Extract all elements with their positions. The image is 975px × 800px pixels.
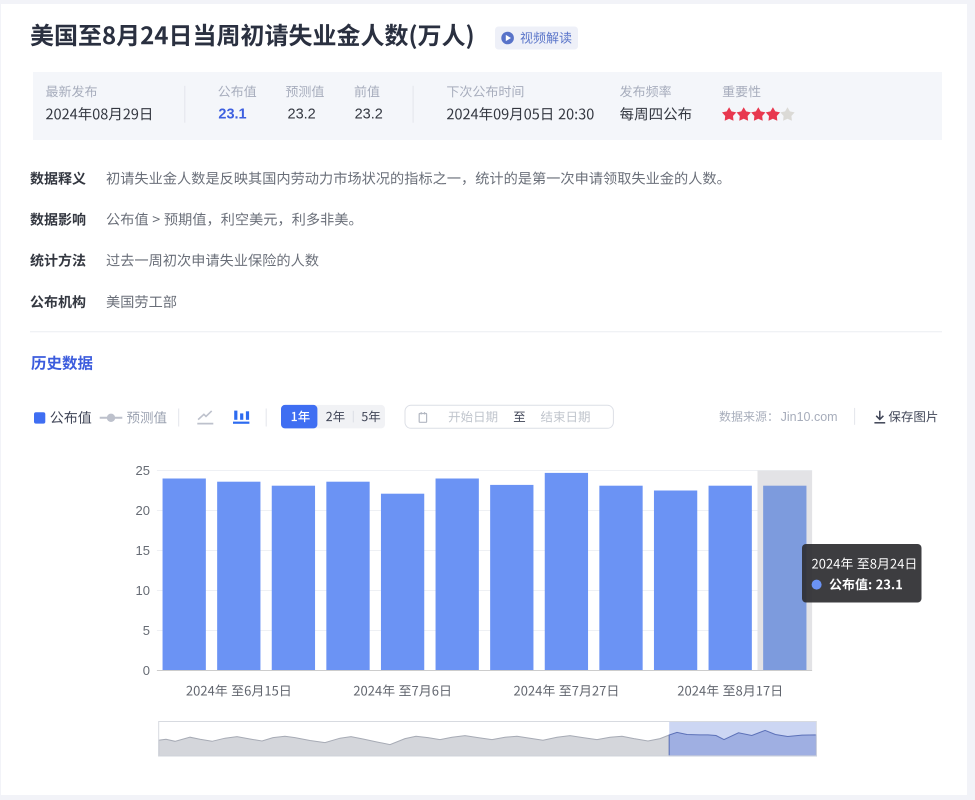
svg-text:23.2: 23.2 — [355, 106, 383, 122]
svg-text:23.1: 23.1 — [218, 106, 246, 122]
svg-text:Jin10.com: Jin10.com — [781, 410, 838, 424]
svg-text:23.2: 23.2 — [288, 106, 316, 122]
svg-text:25: 25 — [136, 463, 150, 478]
svg-text:15: 15 — [136, 543, 150, 558]
svg-text:20: 20 — [136, 503, 150, 518]
svg-text:0: 0 — [143, 663, 150, 678]
svg-text:5: 5 — [143, 623, 150, 638]
svg-text:10: 10 — [136, 583, 150, 598]
